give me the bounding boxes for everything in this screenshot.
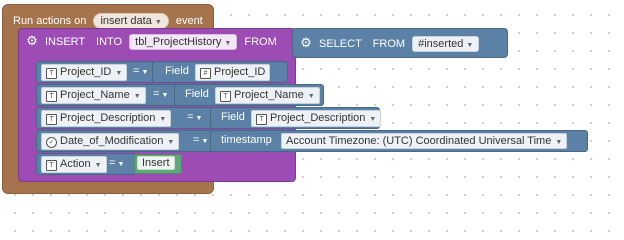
timezone-value: Account Timezone: (UTC) Coordinated Univ… [286, 135, 552, 147]
select-from-label: FROM [372, 38, 406, 50]
assignment-row[interactable]: T Project_Name ▼ = ▼ [36, 84, 178, 106]
from-label: FROM [244, 36, 277, 48]
table-dropdown-value: tbl_ProjectHistory [135, 36, 222, 48]
source-dropdown-value: #inserted [418, 38, 464, 50]
column-name: Project_ID [60, 66, 112, 78]
column-name: Action [60, 158, 91, 170]
trigger-prefix: Run actions on [13, 15, 87, 27]
select-header: ⚙ SELECT FROM #inserted ▼ [299, 35, 480, 52]
assignment-row[interactable]: T Project_ID ▼ = ▼ [36, 61, 156, 83]
text-type-icon: T [46, 160, 57, 171]
column-dropdown[interactable]: ✓ Date_of_Modification ▼ [41, 133, 180, 150]
into-label: INTO [96, 36, 123, 48]
column-name: Project_Description [60, 112, 156, 124]
text-type-icon: T [256, 114, 267, 125]
equals-operator[interactable]: = ▼ [153, 88, 168, 100]
timestamp-value-block[interactable]: timestamp Account Timezone: (UTC) Coordi… [210, 130, 588, 152]
gear-icon[interactable]: ⚙ [25, 33, 39, 49]
text-type-icon: T [46, 114, 57, 125]
field-value: Project_ID [214, 66, 266, 78]
field-dropdown[interactable]: # Project_ID [195, 64, 271, 81]
value-kind-label: Field [165, 65, 189, 77]
field-dropdown[interactable]: T Project_Description ▼ [251, 110, 382, 127]
field-value-block[interactable]: Field T Project_Name ▼ [174, 84, 324, 106]
chevron-down-icon: ▼ [159, 116, 167, 123]
field-value-block[interactable]: Field T Project_Description ▼ [210, 107, 382, 129]
chevron-down-icon: ▼ [167, 139, 175, 146]
operator-label: = [193, 134, 200, 146]
value-kind-label: timestamp [221, 134, 272, 146]
value-kind-label: Field [185, 88, 209, 100]
chevron-down-icon: ▼ [307, 93, 315, 100]
field-value-block[interactable]: Field # Project_ID [152, 61, 288, 83]
column-dropdown[interactable]: T Project_ID ▼ [41, 64, 128, 81]
chevron-down-icon: ▼ [555, 139, 563, 146]
trigger-suffix: event [175, 15, 203, 27]
event-dropdown[interactable]: insert data ▼ [93, 13, 169, 29]
select-label: SELECT [319, 38, 362, 50]
chevron-down-icon: ▼ [369, 116, 377, 123]
source-dropdown[interactable]: #inserted ▼ [412, 36, 480, 52]
chevron-down-icon: ▼ [161, 92, 169, 99]
field-value: Project_Description [270, 112, 366, 124]
chevron-down-icon: ▼ [94, 162, 102, 169]
chevron-down-icon: ▼ [117, 161, 125, 168]
equals-operator[interactable]: = ▼ [109, 157, 124, 169]
event-dropdown-value: insert data [100, 15, 152, 27]
timezone-dropdown[interactable]: Account Timezone: (UTC) Coordinated Univ… [281, 133, 568, 149]
field-icon: # [200, 68, 211, 79]
text-literal-block[interactable]: Insert [134, 154, 182, 174]
column-dropdown[interactable]: T Project_Name ▼ [41, 87, 146, 104]
check-circle-icon: ✓ [46, 137, 57, 148]
operator-label: = [109, 157, 116, 169]
field-value: Project_Name [234, 89, 304, 101]
chevron-down-icon: ▼ [201, 138, 209, 145]
insert-header: ⚙ INSERT INTO tbl_ProjectHistory ▼ FROM [25, 33, 277, 50]
select-block[interactable]: ⚙ SELECT FROM #inserted ▼ [292, 28, 508, 58]
column-dropdown[interactable]: T Action ▼ [41, 156, 107, 173]
text-type-icon: T [46, 68, 57, 79]
column-name: Project_Name [60, 89, 130, 101]
operator-label: = [187, 111, 194, 123]
chevron-down-icon: ▼ [195, 115, 203, 122]
operator-label: = [153, 88, 160, 100]
text-type-icon: T [220, 91, 231, 102]
chevron-down-icon: ▼ [115, 70, 123, 77]
field-dropdown[interactable]: T Project_Name ▼ [215, 87, 320, 104]
assignment-row[interactable]: T Action ▼ = ▼ [36, 153, 136, 175]
gear-icon[interactable]: ⚙ [299, 35, 313, 51]
assignment-row[interactable]: T Project_Description ▼ = ▼ [36, 107, 214, 129]
chevron-down-icon: ▼ [154, 19, 162, 26]
text-literal-value[interactable]: Insert [137, 156, 175, 170]
column-dropdown[interactable]: T Project_Description ▼ [41, 110, 172, 127]
equals-operator[interactable]: = ▼ [133, 65, 148, 77]
equals-operator[interactable]: = ▼ [187, 111, 202, 123]
trigger-header: Run actions on insert data ▼ event [13, 13, 203, 29]
chevron-down-icon: ▼ [224, 40, 232, 47]
operator-label: = [133, 65, 140, 77]
value-kind-label: Field [221, 111, 245, 123]
text-type-icon: T [46, 91, 57, 102]
chevron-down-icon: ▼ [466, 42, 474, 49]
equals-operator[interactable]: = ▼ [193, 134, 208, 146]
column-name: Date_of_Modification [60, 135, 164, 147]
table-dropdown[interactable]: tbl_ProjectHistory ▼ [129, 34, 238, 50]
chevron-down-icon: ▼ [133, 93, 141, 100]
chevron-down-icon: ▼ [141, 69, 149, 76]
assignment-row[interactable]: ✓ Date_of_Modification ▼ = ▼ [36, 130, 214, 152]
insert-label: INSERT [45, 36, 85, 48]
